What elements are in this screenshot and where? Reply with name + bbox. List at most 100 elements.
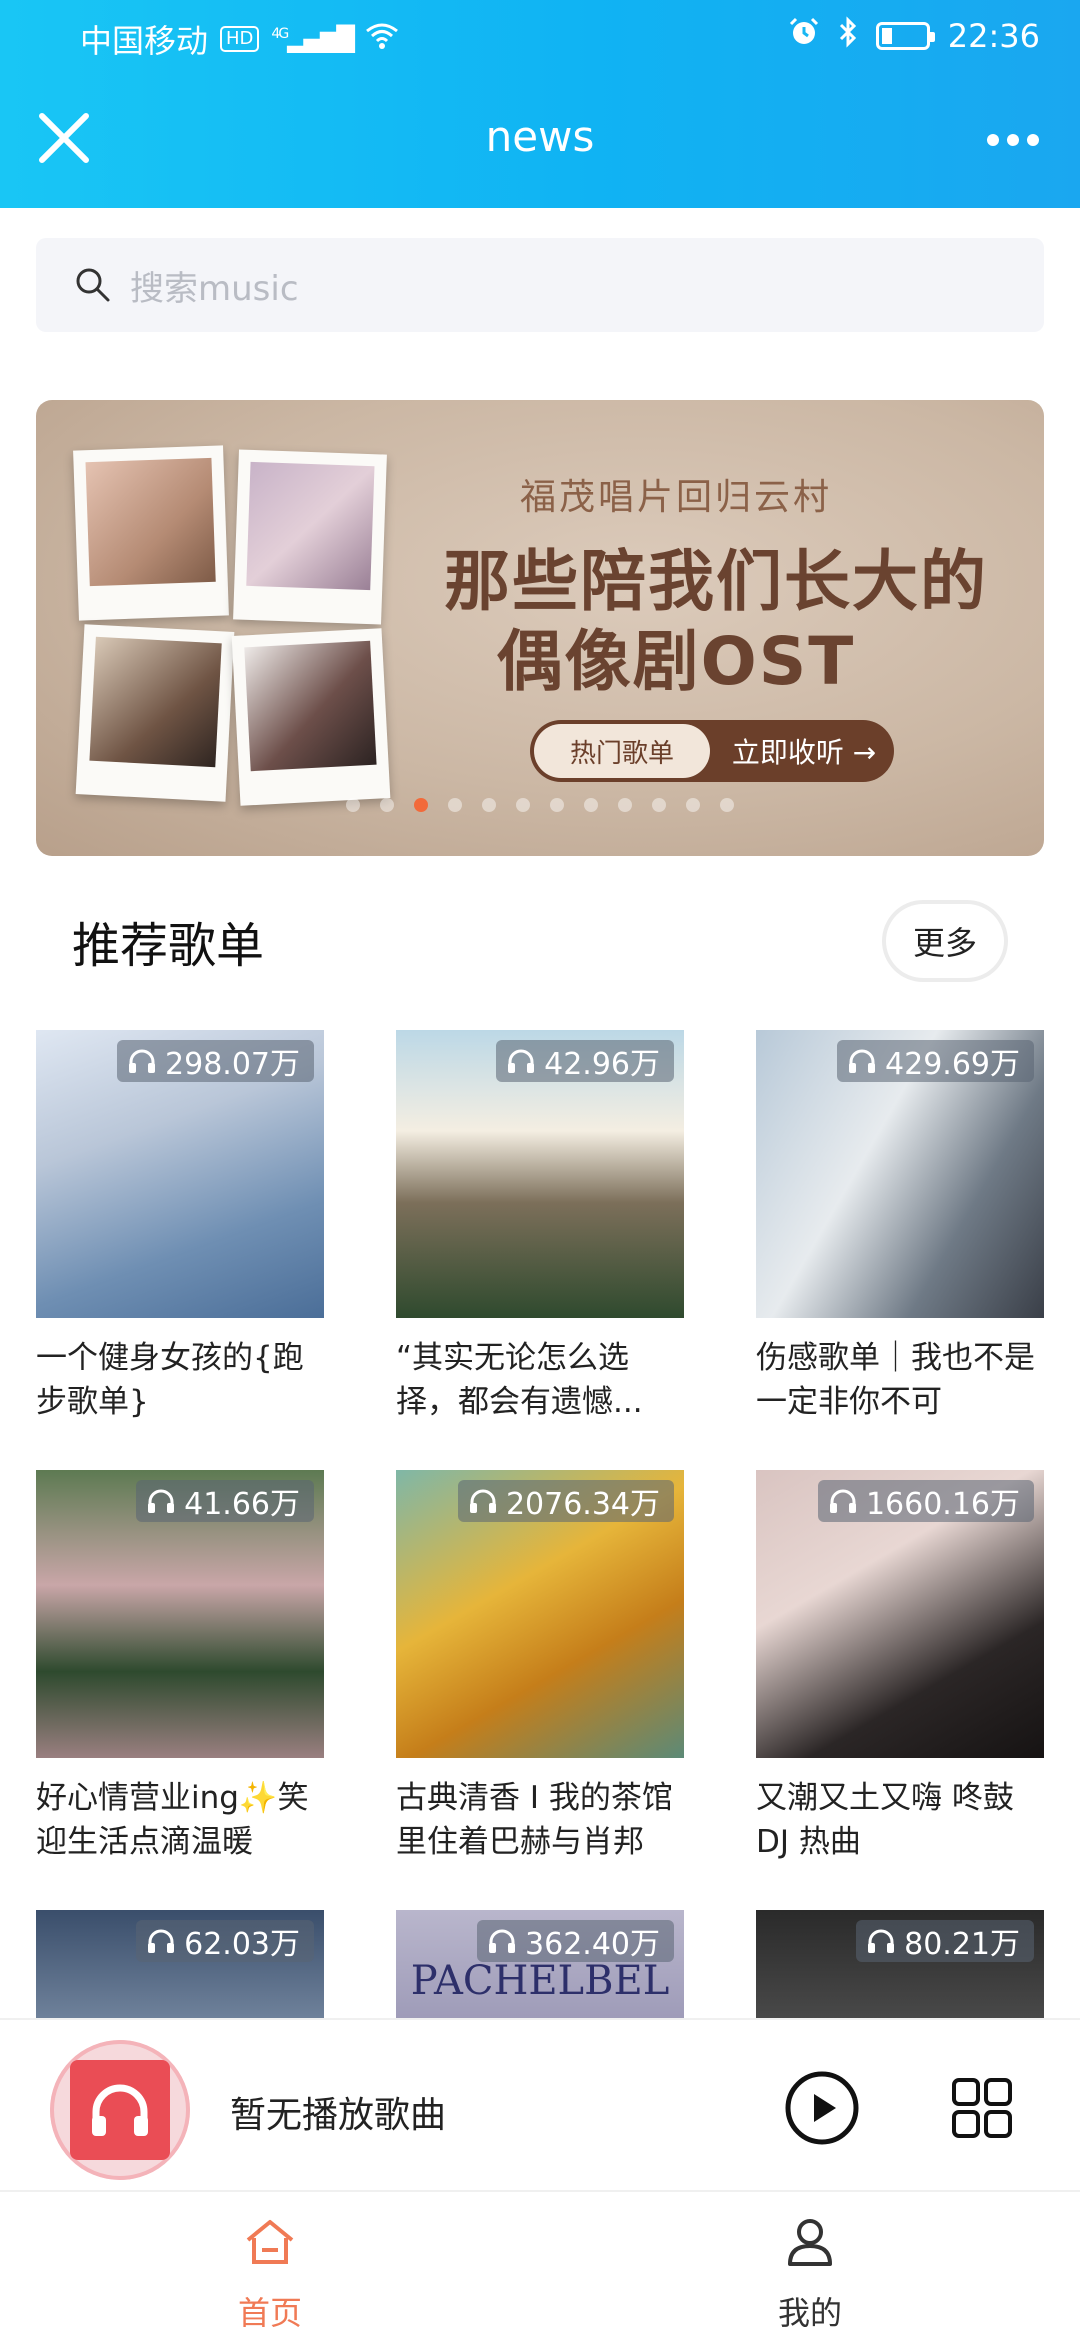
playlist-cover[interactable]: PACHELBEL 362.40万: [396, 1910, 684, 2018]
playlist-card[interactable]: 80.21万: [756, 1910, 1044, 2018]
banner-subtitle: 福茂唱片回归云村: [519, 477, 832, 518]
play-count: 2076.34万: [457, 1480, 674, 1522]
banner-cta-label: 立即收听 →: [731, 736, 877, 769]
now-playing-text: 暂无播放歌曲: [230, 2095, 447, 2136]
playlist-button[interactable]: [950, 2076, 1014, 2140]
more-dot-icon: [1007, 134, 1019, 146]
playlist-title: 好心情营业ing✨笑迎生活点滴温暖: [36, 1780, 309, 1860]
playlist-title: 一个健身女孩的{跑步歌单}: [36, 1340, 304, 1420]
banner-title-line2: 偶像剧OST: [496, 623, 856, 700]
mini-player[interactable]: 暂无播放歌曲: [0, 2018, 1080, 2192]
playlist-card[interactable]: 41.66万好心情营业ing✨笑迎生活点滴温暖: [36, 1470, 324, 1870]
home-icon: [246, 2220, 294, 2264]
alarm-icon: [788, 16, 820, 56]
playlist-title: 伤感歌单｜我也不是一定非你不可: [756, 1340, 1035, 1420]
banner-dot[interactable]: [618, 798, 632, 812]
bottom-nav: 首页 我的: [0, 2190, 1080, 2342]
playlist-cover[interactable]: 42.96万: [396, 1030, 684, 1318]
play-count-value: 362.40万: [525, 1927, 660, 1962]
play-count-value: 41.66万: [184, 1487, 300, 1522]
play-count-value: 1660.16万: [865, 1487, 1020, 1522]
page-title: news: [485, 112, 595, 161]
playlist-card[interactable]: 429.69万伤感歌单｜我也不是一定非你不可: [756, 1030, 1044, 1430]
playlist-card[interactable]: 62.03万: [36, 1910, 324, 2018]
banner-dot[interactable]: [584, 798, 598, 812]
playlist-title: “其实无论怎么选择，都会有遗憾...: [396, 1340, 643, 1420]
banner-dot[interactable]: [414, 798, 428, 812]
playlist-cover[interactable]: 429.69万: [756, 1030, 1044, 1318]
signal-icon: 4G▂▄▆█: [271, 25, 355, 53]
play-count-value: 42.96万: [544, 1047, 660, 1082]
banner-dot[interactable]: [550, 798, 564, 812]
playlist-cover[interactable]: 1660.16万: [756, 1470, 1044, 1758]
banner-dot[interactable]: [448, 798, 462, 812]
banner-photo: [233, 449, 387, 625]
user-icon: [788, 2219, 832, 2266]
more-dot-icon: [1027, 134, 1039, 146]
nav-me-label: 我的: [777, 2294, 842, 2332]
play-count: 42.96万: [496, 1040, 674, 1082]
play-count: 298.07万: [117, 1040, 314, 1082]
status-time: 22:36: [947, 17, 1040, 55]
status-bar: 中国移动 HD 4G▂▄▆█ 22:36: [0, 0, 1080, 72]
banner-pagination: [36, 798, 1044, 812]
promo-banner[interactable]: 福茂唱片回归云村 那些陪我们长大的 偶像剧OST 热门歌单 立即收听 →: [36, 400, 1044, 856]
banner-dot[interactable]: [482, 798, 496, 812]
more-options-button[interactable]: [978, 112, 1048, 168]
play-count: 1660.16万: [817, 1480, 1034, 1522]
banner-dot[interactable]: [380, 798, 394, 812]
more-dot-icon: [987, 134, 999, 146]
play-count-value: 2076.34万: [505, 1487, 660, 1522]
player-cover[interactable]: [50, 2040, 190, 2180]
hd-badge: HD: [220, 26, 260, 52]
play-count-value: 62.03万: [184, 1927, 300, 1962]
headphones-icon: [148, 1489, 175, 1513]
section-title: 推荐歌单: [72, 918, 265, 974]
banner-tag: 热门歌单: [534, 724, 710, 778]
wifi-icon: [365, 20, 399, 58]
playlist-card[interactable]: 1660.16万又潮又土又嗨 咚鼓DJ 热曲: [756, 1470, 1044, 1870]
search-placeholder: 搜索music: [130, 268, 299, 309]
playlist-card[interactable]: PACHELBEL 362.40万: [396, 1910, 684, 2018]
headphones-icon: [148, 1929, 175, 1953]
search-bar[interactable]: 搜索music: [36, 238, 1044, 332]
headphones-icon: [508, 1049, 535, 1073]
play-count: 362.40万: [477, 1920, 674, 1962]
play-count-value: 80.21万: [904, 1927, 1020, 1962]
play-count-value: 429.69万: [885, 1047, 1020, 1082]
banner-photo: [231, 628, 391, 806]
play-icon: [785, 2071, 859, 2145]
nav-me[interactable]: 我的: [540, 2192, 1080, 2342]
playlist-cover[interactable]: 298.07万: [36, 1030, 324, 1318]
banner-dot[interactable]: [720, 798, 734, 812]
network-type: 4G: [271, 26, 289, 42]
playlist-card[interactable]: 298.07万一个健身女孩的{跑步歌单}: [36, 1030, 324, 1430]
search-icon: [76, 268, 110, 302]
playlist-card[interactable]: 42.96万 “其实无论怎么选择，都会有遗憾...: [396, 1030, 684, 1430]
banner-dot[interactable]: [652, 798, 666, 812]
playlist-cover[interactable]: 2076.34万: [396, 1470, 684, 1758]
nav-home-label: 首页: [237, 2294, 302, 2332]
playlist-cover[interactable]: 41.66万: [36, 1470, 324, 1758]
nav-home[interactable]: 首页: [0, 2192, 540, 2342]
play-count-value: 298.07万: [165, 1047, 300, 1082]
headphones-icon: [829, 1489, 856, 1513]
playlist-card[interactable]: 2076.34万古典清香 I 我的茶馆里住着巴赫与肖邦: [396, 1470, 684, 1870]
banner-dot[interactable]: [516, 798, 530, 812]
playlist-title: 又潮又土又嗨 咚鼓DJ 热曲: [756, 1780, 1014, 1860]
bluetooth-icon: [838, 16, 858, 56]
carrier-label: 中国移动: [80, 22, 209, 60]
app-header: news: [0, 72, 1080, 208]
more-button[interactable]: 更多: [886, 904, 1004, 978]
play-count: 41.66万: [136, 1480, 314, 1522]
banner-dot[interactable]: [346, 798, 360, 812]
playlist-title: 古典清香 I 我的茶馆里住着巴赫与肖邦: [396, 1780, 673, 1860]
play-button[interactable]: [784, 2070, 860, 2146]
banner-dot[interactable]: [686, 798, 700, 812]
playlist-cover[interactable]: 80.21万: [756, 1910, 1044, 2018]
play-count: 429.69万: [837, 1040, 1034, 1082]
playlist-cover[interactable]: 62.03万: [36, 1910, 324, 2018]
headphones-icon: [92, 2084, 148, 2136]
banner-cta[interactable]: 热门歌单 立即收听 →: [530, 720, 894, 782]
headphones-icon: [868, 1929, 895, 1953]
